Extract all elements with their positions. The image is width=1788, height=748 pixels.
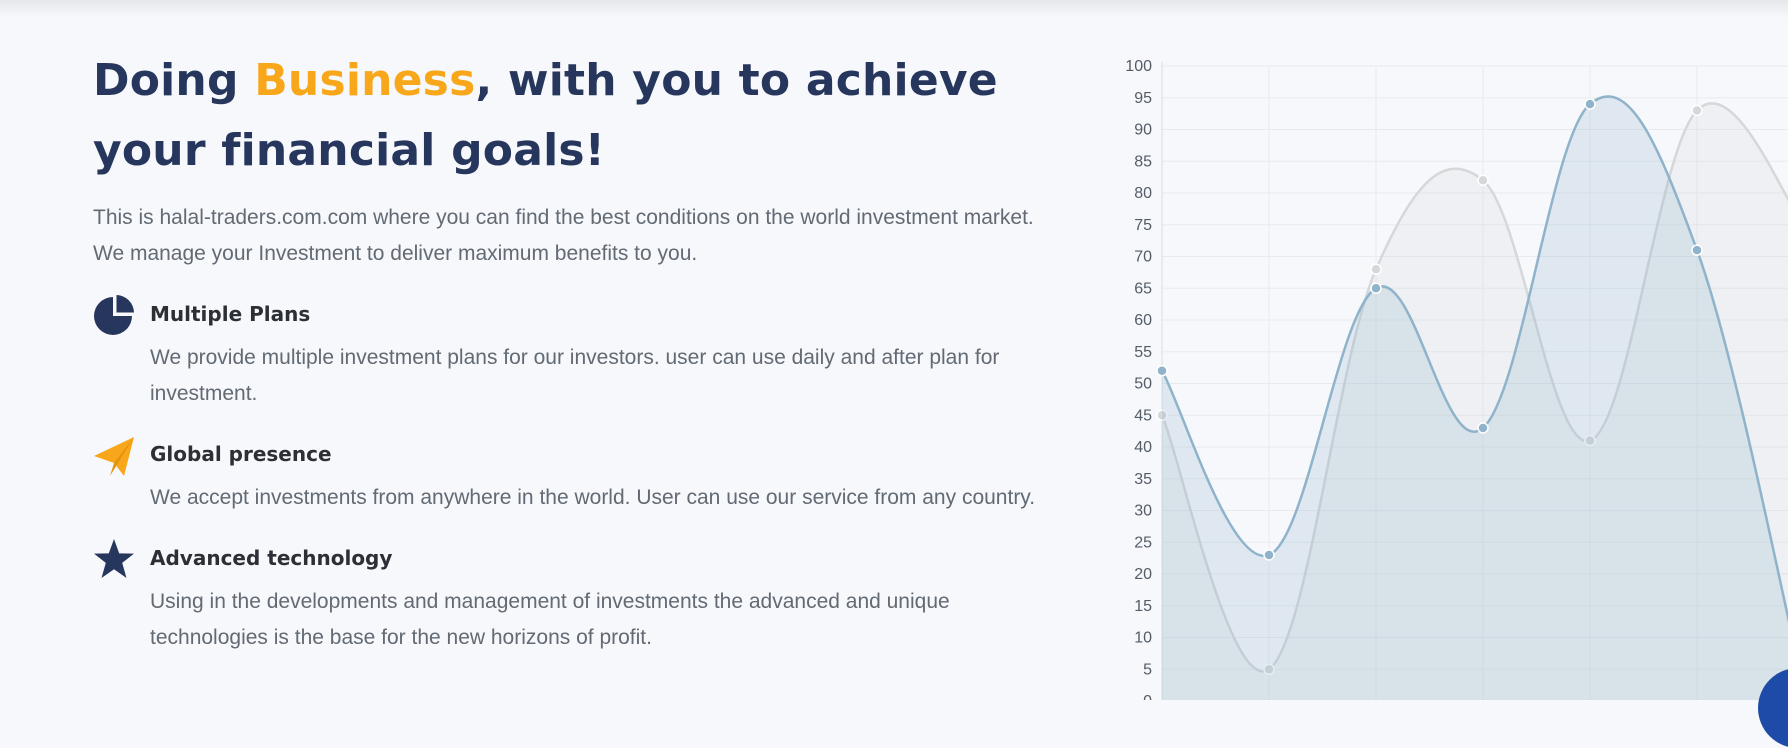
- series-0-point: [1370, 263, 1382, 275]
- y-tick-label: 75: [1134, 217, 1152, 234]
- star-icon: [93, 538, 135, 580]
- hero-section: Doing Business, with you to achieve your…: [93, 46, 1073, 656]
- series-1-point: [1156, 365, 1168, 377]
- paper-plane-icon: [93, 434, 135, 476]
- feature-title: Global presence: [150, 442, 332, 466]
- y-tick-label: 40: [1134, 439, 1152, 456]
- series-1-point: [1370, 282, 1382, 294]
- feature-advanced-technology: Advanced technology Using in the develop…: [93, 538, 1073, 656]
- chart-svg: 0 5 10 15 20 25 30 35 40 45 50 55 60 65 70 75 80 85 90 95 10…: [1125, 58, 1788, 700]
- y-tick-label: 35: [1134, 471, 1152, 488]
- y-tick-label: 65: [1134, 280, 1152, 297]
- series-1-point: [1263, 549, 1275, 561]
- y-tick-label: 95: [1134, 90, 1152, 107]
- y-tick-label: 10: [1134, 630, 1152, 647]
- y-tick-label: 80: [1134, 185, 1152, 202]
- hero-title: Doing Business, with you to achieve your…: [93, 46, 1073, 186]
- hero-title-accent: Business: [254, 55, 476, 106]
- series-0-point: [1477, 174, 1489, 187]
- feature-description: We accept investments from anywhere in t…: [150, 486, 1036, 509]
- y-tick-label: 100: [1125, 58, 1152, 75]
- y-tick-label: 15: [1134, 598, 1152, 615]
- y-tick-label: 25: [1134, 534, 1152, 551]
- y-tick-label: 20: [1134, 566, 1152, 583]
- top-navbar-shadow: [0, 0, 1788, 18]
- series-1-point: [1584, 98, 1596, 110]
- y-tick-label: 30: [1134, 503, 1152, 520]
- hero-intro: This is halal-traders.com.com where you …: [93, 206, 1034, 265]
- area-chart: 0 5 10 15 20 25 30 35 40 45 50 55 60 65 70 75 80 85 90 95 10…: [1100, 50, 1788, 700]
- hero-title-part1: Doing: [93, 55, 255, 106]
- y-tick-label: 5: [1143, 661, 1152, 678]
- series-1-point: [1477, 422, 1489, 434]
- y-tick-label: 70: [1134, 249, 1152, 266]
- y-tick-label: 60: [1134, 312, 1152, 329]
- feature-description: We provide multiple investment plans for…: [150, 346, 1000, 405]
- feature-title: Advanced technology: [150, 546, 393, 570]
- feature-description: Using in the developments and management…: [150, 590, 950, 649]
- series-0-point: [1691, 104, 1703, 117]
- feature-global-presence: Global presence We accept investments fr…: [93, 434, 1073, 516]
- y-tick-label: 55: [1134, 344, 1152, 361]
- y-tick-label: 85: [1134, 153, 1152, 170]
- feature-multiple-plans: Multiple Plans We provide multiple inves…: [93, 294, 1073, 412]
- series-1-point: [1691, 244, 1703, 256]
- y-tick-label: 90: [1134, 122, 1152, 139]
- y-tick-label: 45: [1134, 407, 1152, 424]
- feature-title: Multiple Plans: [150, 302, 311, 326]
- pie-chart-icon: [93, 294, 135, 336]
- y-tick-label: 0: [1143, 693, 1152, 700]
- y-tick-label: 50: [1134, 376, 1152, 393]
